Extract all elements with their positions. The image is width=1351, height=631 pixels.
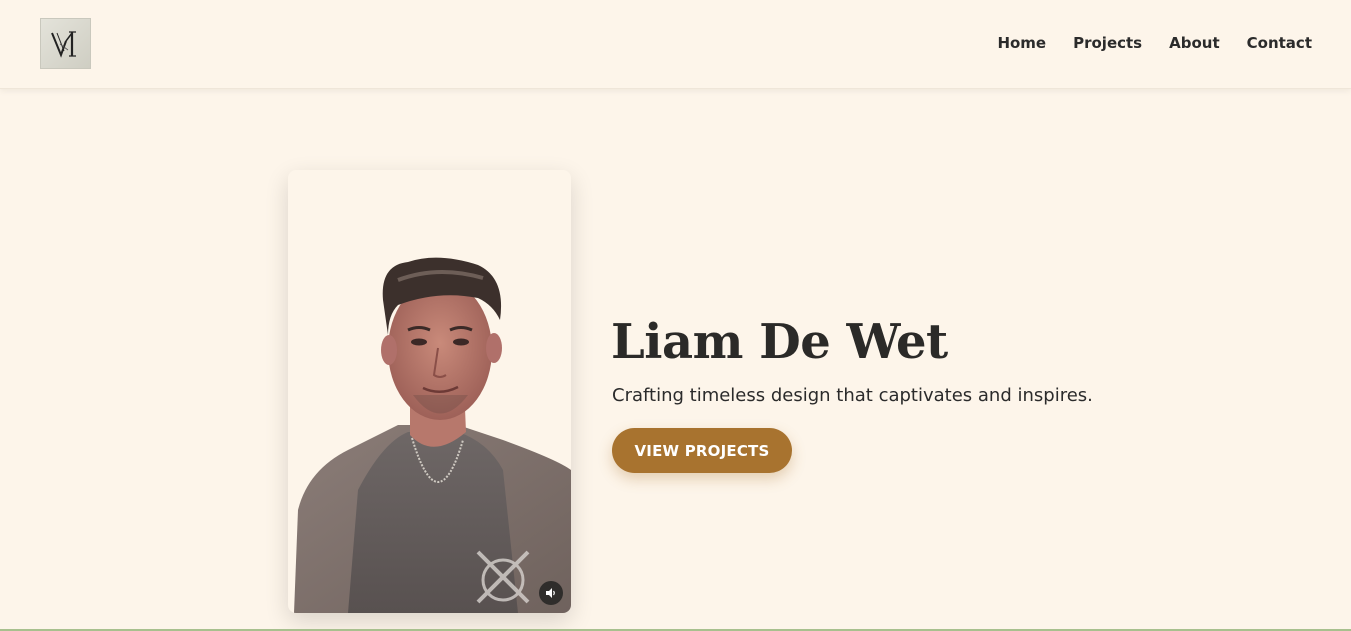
- nav-contact[interactable]: Contact: [1247, 33, 1312, 53]
- hero-name: Liam De Wet: [611, 314, 948, 370]
- view-projects-button[interactable]: VIEW PROJECTS: [612, 428, 792, 473]
- site-header: Home Projects About Contact: [0, 0, 1351, 89]
- sound-toggle-button[interactable]: [539, 581, 563, 605]
- speaker-icon: [546, 588, 555, 598]
- main-nav: Home Projects About Contact: [970, 33, 1312, 53]
- logo[interactable]: [40, 18, 91, 69]
- profile-video[interactable]: [288, 170, 571, 613]
- portrait-image: [294, 257, 571, 613]
- monogram-logo-icon: [50, 30, 76, 58]
- hero-tagline: Crafting timeless design that captivates…: [612, 385, 1093, 406]
- nav-about[interactable]: About: [1169, 33, 1220, 53]
- nav-projects[interactable]: Projects: [1073, 33, 1142, 53]
- nav-home[interactable]: Home: [997, 33, 1046, 53]
